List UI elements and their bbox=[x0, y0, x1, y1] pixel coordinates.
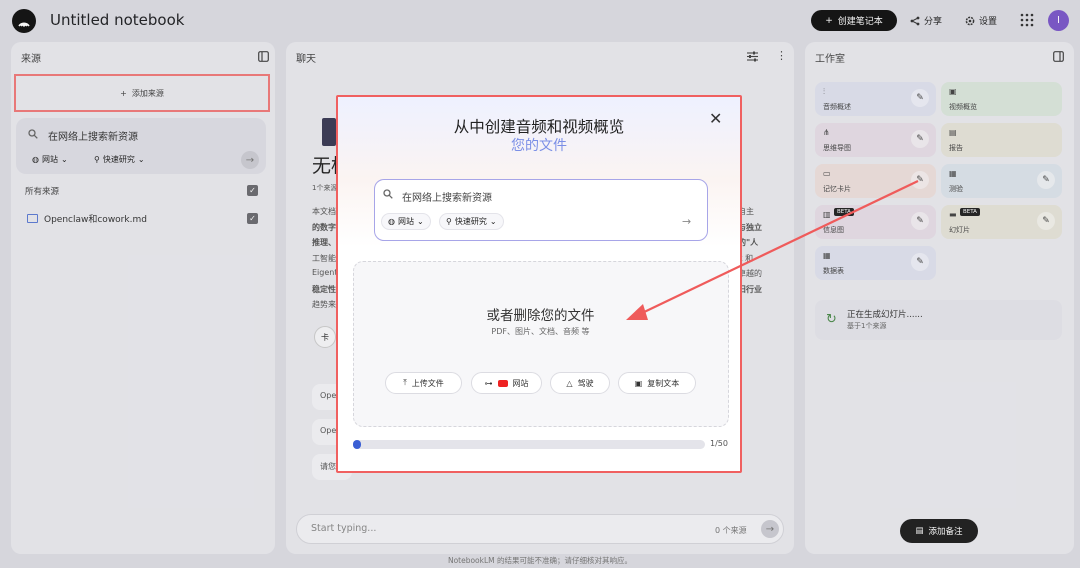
annotation-arrow bbox=[626, 180, 919, 320]
